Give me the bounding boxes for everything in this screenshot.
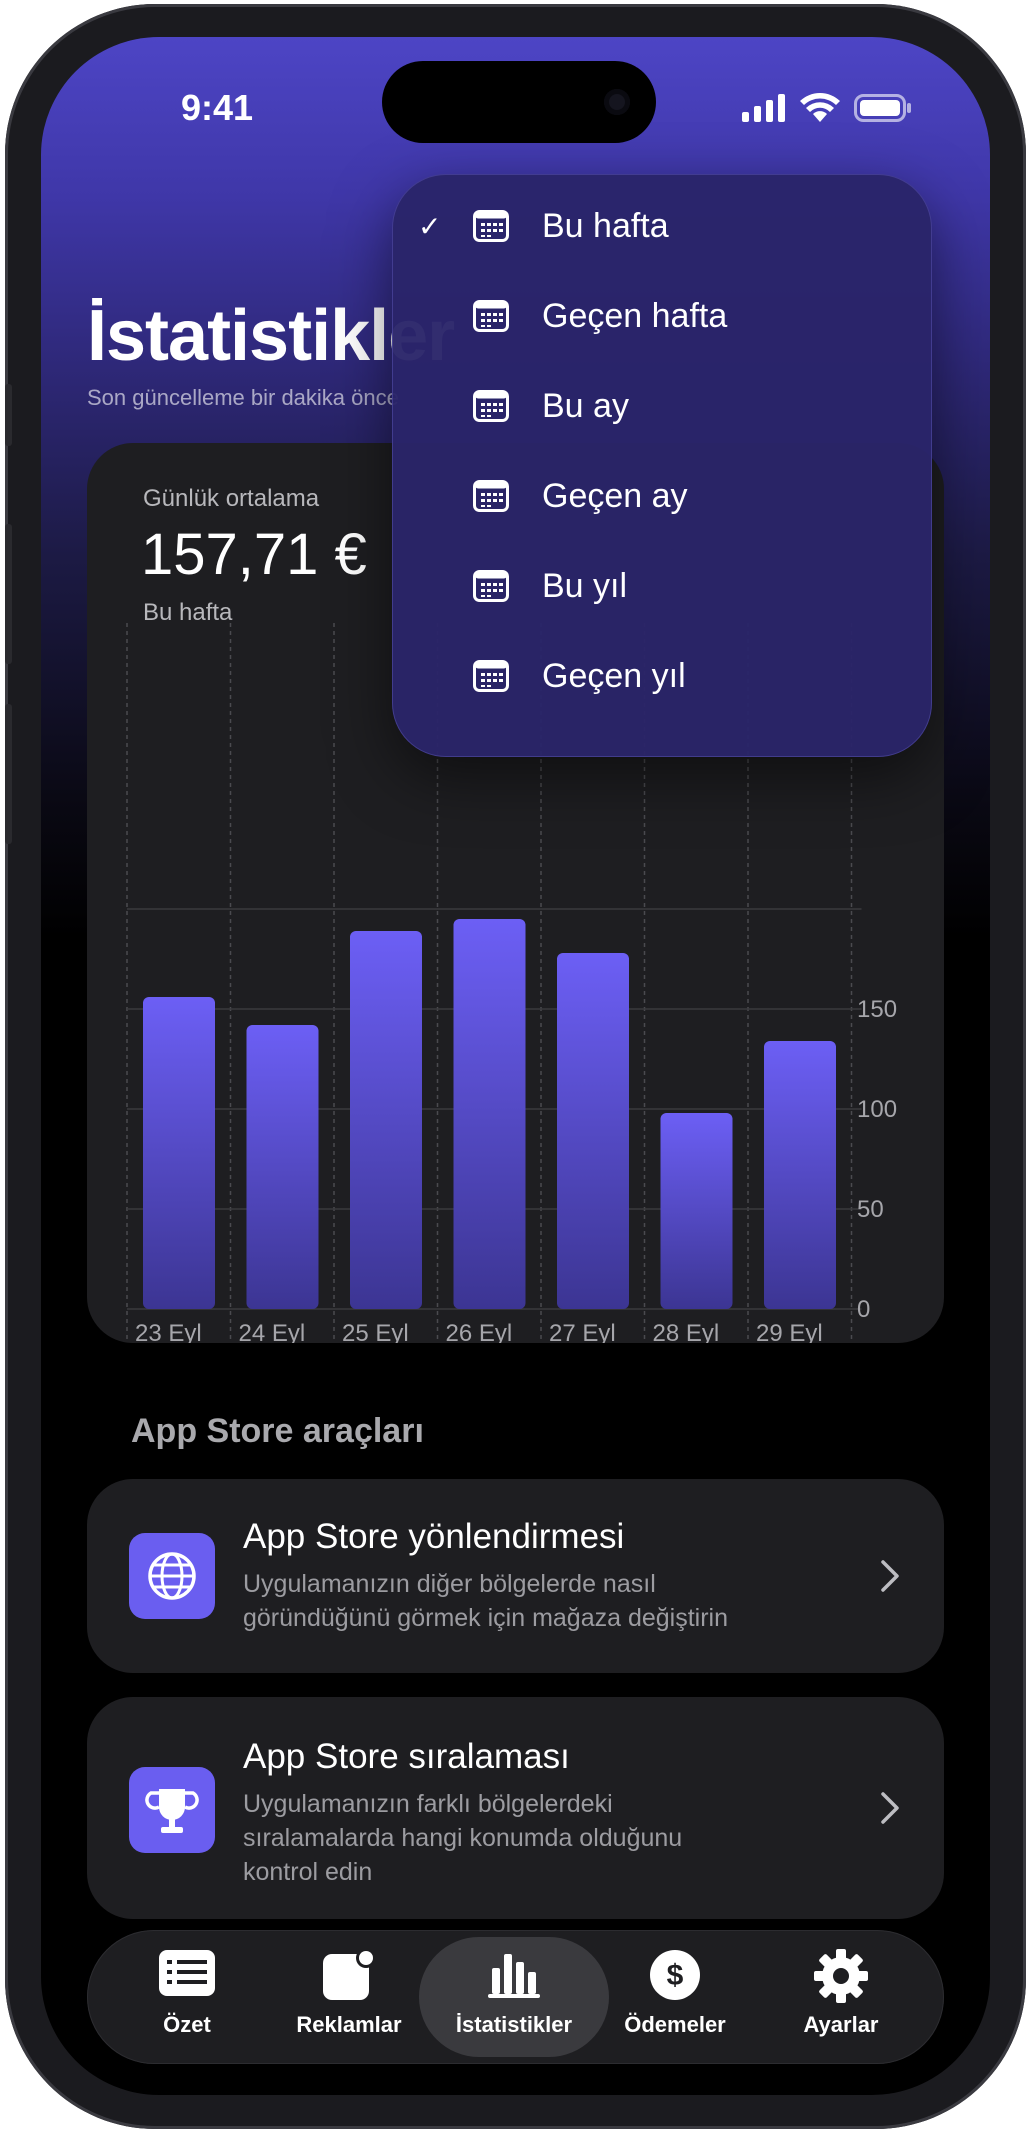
y-tick-label: 150 bbox=[857, 996, 897, 1023]
volume-down-button bbox=[5, 704, 12, 844]
globe-icon bbox=[129, 1533, 215, 1619]
x-tick-label: 27 Eyl bbox=[549, 1320, 616, 1343]
tab-label: Reklamlar bbox=[296, 2012, 402, 2037]
menu-item-last-week[interactable]: Geçen hafta bbox=[392, 271, 932, 361]
tab-bar: Özet Reklamlar İstatistikler $ Ödemeler … bbox=[87, 1930, 944, 2064]
menu-item-label: Bu yıl bbox=[542, 566, 628, 605]
action-button bbox=[5, 384, 12, 446]
trophy-icon bbox=[129, 1767, 215, 1853]
menu-item-label: Geçen yıl bbox=[542, 656, 686, 695]
x-tick-label: 25 Eyl bbox=[342, 1320, 409, 1343]
y-tick-label: 100 bbox=[857, 1096, 897, 1123]
svg-text:$: $ bbox=[667, 1959, 684, 1992]
screen: 9:41 İstatistikler Son güncelleme bir da… bbox=[41, 37, 990, 2095]
calendar-icon bbox=[473, 300, 509, 332]
tab-label: Özet bbox=[163, 2012, 211, 2037]
tool-title: App Store yönlendirmesi bbox=[243, 1517, 625, 1556]
tab-statistics[interactable]: İstatistikler bbox=[419, 1937, 609, 2057]
ads-icon bbox=[323, 1948, 376, 2000]
gear-icon bbox=[814, 1949, 868, 2003]
chart-bar bbox=[143, 997, 215, 1309]
tab-summary[interactable]: Özet bbox=[107, 1930, 267, 2064]
x-tick-label: 23 Eyl bbox=[135, 1320, 202, 1343]
tool-description: Uygulamanızın farklı bölgelerdeki sırala… bbox=[243, 1790, 683, 1886]
last-updated-text: Son güncelleme bir dakika önce bbox=[87, 385, 399, 410]
x-tick-label: 28 Eyl bbox=[653, 1320, 720, 1343]
tab-payments[interactable]: $ Ödemeler bbox=[595, 1930, 755, 2064]
chart-bar bbox=[557, 953, 629, 1309]
list-icon bbox=[159, 1950, 215, 1996]
x-tick-label: 24 Eyl bbox=[239, 1320, 306, 1343]
tab-label: Ödemeler bbox=[624, 2012, 726, 2037]
checkmark-icon: ✓ bbox=[418, 210, 442, 242]
menu-item-last-month[interactable]: Geçen ay bbox=[392, 451, 932, 541]
calendar-icon bbox=[473, 390, 509, 422]
y-tick-label: 0 bbox=[857, 1296, 870, 1323]
calendar-icon bbox=[473, 660, 509, 692]
calendar-icon bbox=[473, 570, 509, 602]
menu-item-this-year[interactable]: Bu yıl bbox=[392, 541, 932, 631]
menu-item-label: Geçen ay bbox=[542, 476, 688, 515]
menu-item-label: Bu hafta bbox=[542, 206, 669, 245]
tool-title: App Store sıralaması bbox=[243, 1737, 570, 1776]
menu-item-this-month[interactable]: Bu ay bbox=[392, 361, 932, 451]
menu-item-label: Bu ay bbox=[542, 386, 629, 425]
phone-frame: 9:41 İstatistikler Son güncelleme bir da… bbox=[5, 4, 1026, 2129]
bar-chart-icon bbox=[488, 1954, 540, 1998]
wifi-icon bbox=[800, 93, 840, 122]
calendar-icon bbox=[473, 210, 509, 242]
tab-ads[interactable]: Reklamlar bbox=[269, 1930, 429, 2064]
menu-item-this-week[interactable]: ✓ Bu hafta bbox=[392, 181, 932, 271]
tool-description: Uygulamanızın diğer bölgelerde nasıl gör… bbox=[243, 1570, 729, 1632]
signal-icon bbox=[742, 94, 785, 122]
dynamic-island bbox=[382, 61, 656, 143]
tab-settings[interactable]: Ayarlar bbox=[761, 1930, 921, 2064]
chevron-right-icon bbox=[881, 1560, 899, 1592]
camera-icon bbox=[604, 89, 630, 115]
app-store-redirect-card[interactable]: App Store yönlendirmesi Uygulamanızın di… bbox=[87, 1479, 944, 1673]
period-dropdown-menu: ✓ Bu hafta Geçen hafta Bu ay Geçen ay Bu… bbox=[392, 174, 932, 757]
status-time: 9:41 bbox=[181, 87, 254, 128]
chart-bar bbox=[660, 1113, 733, 1309]
calendar-icon bbox=[473, 480, 509, 512]
y-tick-label: 50 bbox=[857, 1196, 884, 1223]
dollar-icon: $ bbox=[650, 1950, 700, 2000]
volume-up-button bbox=[5, 524, 12, 664]
status-icons bbox=[742, 93, 912, 123]
section-title: App Store araçları bbox=[131, 1412, 424, 1450]
app-store-ranking-card[interactable]: App Store sıralaması Uygulamanızın farkl… bbox=[87, 1697, 944, 1919]
tab-label: Ayarlar bbox=[803, 2012, 879, 2037]
chart-bar bbox=[453, 919, 526, 1309]
chart-bar bbox=[350, 931, 422, 1309]
x-tick-label: 29 Eyl bbox=[756, 1320, 823, 1343]
chevron-right-icon bbox=[881, 1792, 899, 1824]
chart-bar bbox=[246, 1025, 319, 1309]
battery-icon bbox=[854, 94, 911, 122]
tab-label: İstatistikler bbox=[455, 2012, 573, 2037]
menu-item-label: Geçen hafta bbox=[542, 296, 728, 335]
menu-item-last-year[interactable]: Geçen yıl bbox=[392, 631, 932, 721]
x-tick-label: 26 Eyl bbox=[446, 1320, 513, 1343]
chart-bar bbox=[764, 1041, 836, 1309]
